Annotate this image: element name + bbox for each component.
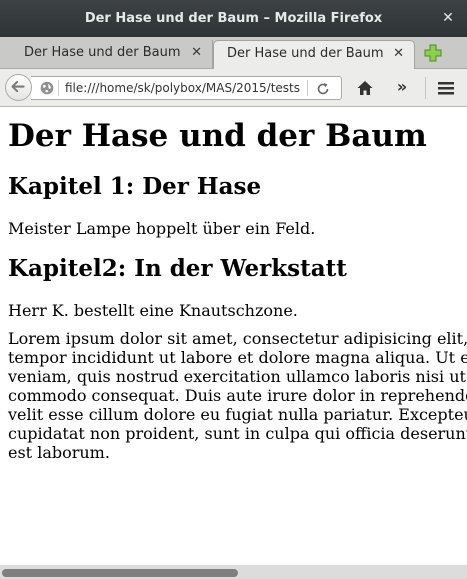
url-input[interactable]: file:///home/sk/polybox/MAS/2015/tests xyxy=(65,77,303,99)
url-bar[interactable]: file:///home/sk/polybox/MAS/2015/tests xyxy=(31,76,342,100)
chapter-2-text: Herr K. bestellt eine Knautschzone. xyxy=(8,301,298,320)
scrollbar-thumb[interactable] xyxy=(2,569,238,577)
document-body: Der Hase und der Baum Kapitel 1: Der Has… xyxy=(8,107,467,462)
home-icon[interactable] xyxy=(356,79,374,97)
tab-2-label: Der Hase und der Baum xyxy=(227,46,384,61)
globe-icon xyxy=(40,81,54,95)
tab-1[interactable]: Der Hase und der Baum ✕ xyxy=(0,40,213,69)
tab-1-close-icon[interactable]: ✕ xyxy=(191,40,202,66)
window-close-icon[interactable]: ✕ xyxy=(441,0,455,37)
lorem-paragraph: Lorem ipsum dolor sit amet, consectetur … xyxy=(8,329,467,462)
url-separator xyxy=(307,80,308,96)
page-content: Der Hase und der Baum Kapitel 1: Der Has… xyxy=(0,107,467,565)
reload-icon[interactable] xyxy=(315,81,331,97)
chapter-1-text: Meister Lampe hoppelt über ein Feld. xyxy=(8,219,316,238)
tab-2-close-icon[interactable]: ✕ xyxy=(393,41,404,67)
chapter-1-heading: Kapitel 1: Der Hase xyxy=(8,173,262,200)
horizontal-scrollbar[interactable] xyxy=(0,565,467,579)
hamburger-menu-icon[interactable] xyxy=(437,80,455,96)
toolbar-separator xyxy=(425,77,426,99)
window-titlebar: Der Hase und der Baum – Mozilla Firefox … xyxy=(0,0,467,37)
back-icon xyxy=(11,80,25,93)
page-heading: Der Hase und der Baum xyxy=(8,118,427,154)
window-title: Der Hase und der Baum – Mozilla Firefox xyxy=(84,11,383,26)
tab-bar: Der Hase und der Baum ✕ Der Hase und der… xyxy=(0,37,467,70)
url-separator xyxy=(58,80,59,96)
tab-2[interactable]: Der Hase und der Baum ✕ xyxy=(213,40,415,70)
chapter-2-heading: Kapitel2: In der Werkstatt xyxy=(8,255,347,282)
tab-1-label: Der Hase und der Baum xyxy=(24,45,181,60)
back-button[interactable] xyxy=(5,74,32,101)
navigation-toolbar: file:///home/sk/polybox/MAS/2015/tests » xyxy=(0,69,467,107)
new-tab-plus-icon[interactable] xyxy=(424,44,442,62)
overflow-chevron-icon[interactable]: » xyxy=(392,77,412,97)
